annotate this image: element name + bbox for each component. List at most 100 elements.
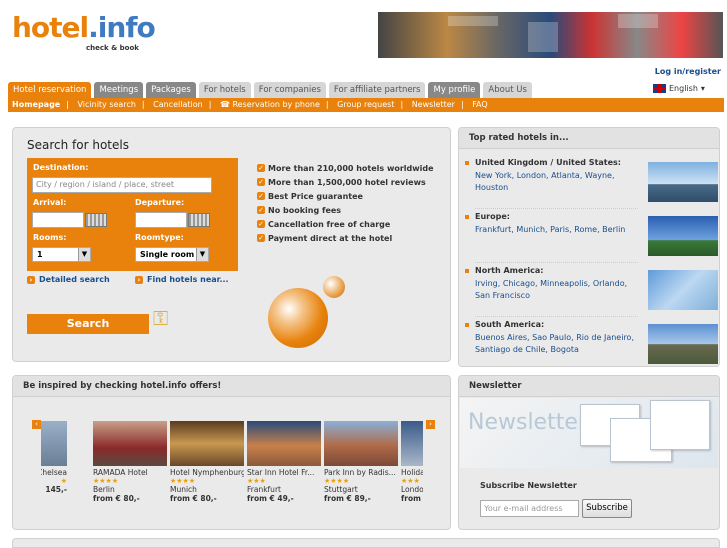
tab-affiliate-partners[interactable]: For affiliate partners xyxy=(328,82,426,98)
eiffel-tower-image[interactable] xyxy=(648,216,718,256)
region-cities[interactable]: Irving, Chicago, Minneapolis, Orlando, S… xyxy=(475,278,640,302)
star-rating: ★★★★ xyxy=(170,477,196,485)
feature-text: Best Price guarantee xyxy=(268,191,363,201)
hotel-image[interactable] xyxy=(247,421,321,466)
carousel-left-arrow-icon[interactable]: ‹ xyxy=(32,420,41,429)
carousel-right-arrow-icon[interactable]: › xyxy=(426,420,435,429)
hotel-card[interactable]: a Chelsea ★ 145,- xyxy=(41,421,67,494)
hotel-name[interactable]: RAMADA Hotel xyxy=(93,468,167,477)
tab-for-companies[interactable]: For companies xyxy=(253,82,326,98)
tab-for-hotels[interactable]: For hotels xyxy=(198,82,251,98)
destination-label: Destination: xyxy=(33,163,89,172)
search-form: Destination: City / region / island / pl… xyxy=(27,158,238,271)
newsletter-image: Newsletter xyxy=(460,398,718,468)
search-button[interactable]: Search xyxy=(27,314,149,334)
region-title[interactable]: United Kingdom / United States: xyxy=(475,158,621,167)
key-icon: ⚿ xyxy=(153,306,169,330)
hotel-price: from € 80,- xyxy=(170,494,217,503)
feature-item: ✓ Cancellation free of charge xyxy=(257,217,434,231)
subnav-homepage[interactable]: Homepage xyxy=(12,100,60,109)
find-near-label: Find hotels near... xyxy=(147,275,229,284)
hotel-image[interactable] xyxy=(324,421,398,466)
region-cities[interactable]: Frankfurt, Munich, Paris, Rome, Berlin xyxy=(475,224,640,236)
tab-meetings[interactable]: Meetings xyxy=(94,82,144,98)
statue-of-liberty-image[interactable] xyxy=(648,270,718,310)
feature-item: ✓ Payment direct at the hotel xyxy=(257,231,434,245)
subnav-faq[interactable]: FAQ xyxy=(472,100,488,109)
subscribe-button[interactable]: Subscribe xyxy=(582,499,632,518)
hotel-image[interactable] xyxy=(401,421,423,466)
check-icon: ✓ xyxy=(257,164,265,172)
departure-calendar-icon[interactable] xyxy=(188,213,210,227)
globe-image xyxy=(268,288,328,348)
hotel-price: from € 80,- xyxy=(93,494,140,503)
hotel-card[interactable]: Hotel Nymphenburg ★★★★ Munich from € 80,… xyxy=(170,421,244,503)
subnav-cancellation[interactable]: Cancellation xyxy=(153,100,203,109)
easter-island-image[interactable] xyxy=(648,324,718,364)
rooms-select[interactable]: 1 ▼ xyxy=(32,247,91,262)
detailed-search-label: Detailed search xyxy=(39,275,110,284)
newsletter-email-input[interactable]: Your e-mail address xyxy=(480,500,579,517)
departure-input[interactable] xyxy=(135,212,187,228)
hotel-card[interactable]: Star Inn Hotel Fr... ★★★ Frankfurt from … xyxy=(247,421,321,503)
hotel-price: 145,- xyxy=(45,485,67,494)
subnav-group-request[interactable]: Group request xyxy=(337,100,394,109)
star-rating: ★★★ xyxy=(247,477,266,485)
logo-text-info: .info xyxy=(88,11,156,44)
arrow-icon: › xyxy=(27,275,35,284)
region-title[interactable]: North America: xyxy=(475,266,543,275)
subnav-reservation-phone[interactable]: ☎ Reservation by phone xyxy=(220,100,320,109)
hotel-card[interactable]: RAMADA Hotel ★★★★ Berlin from € 80,- xyxy=(93,421,167,503)
hotel-city: Stuttgart xyxy=(324,485,358,494)
feature-list: ✓ More than 210,000 hotels worldwide ✓ Mor… xyxy=(257,161,434,245)
feature-item: ✓ More than 210,000 hotels worldwide xyxy=(257,161,434,175)
hotel-city: Munich xyxy=(170,485,197,494)
check-icon: ✓ xyxy=(257,220,265,228)
chevron-down-icon: ▼ xyxy=(196,248,208,261)
roomtype-select[interactable]: Single room ▼ xyxy=(135,247,209,262)
destination-input[interactable]: City / region / island / place, street xyxy=(32,177,212,193)
uk-flag-icon xyxy=(653,84,666,93)
roomtype-value: Single room xyxy=(140,250,195,259)
hotel-image[interactable] xyxy=(93,421,167,466)
arrow-icon: › xyxy=(135,275,143,284)
language-selector[interactable]: English ▾ xyxy=(653,84,705,93)
detailed-search-link[interactable]: › Detailed search xyxy=(27,275,110,284)
hotel-card[interactable]: Park Inn by Radis... ★★★★ Stuttgart from… xyxy=(324,421,398,503)
hotel-name[interactable]: Park Inn by Radis... xyxy=(324,468,398,477)
tab-my-profile[interactable]: My profile xyxy=(428,82,481,98)
arrival-calendar-icon[interactable] xyxy=(85,213,107,227)
tower-bridge-image[interactable] xyxy=(648,162,718,202)
logo[interactable]: hotel.info check & book xyxy=(12,11,156,58)
hotel-image[interactable] xyxy=(170,421,244,466)
feature-text: Payment direct at the hotel xyxy=(268,233,393,243)
hotel-image[interactable] xyxy=(41,421,67,466)
tab-hotel-reservation[interactable]: Hotel reservation xyxy=(8,82,92,98)
tab-packages[interactable]: Packages xyxy=(146,82,196,98)
login-register-link[interactable]: Log in/register xyxy=(655,67,721,76)
arrival-input[interactable] xyxy=(32,212,84,228)
offers-carousel: a Chelsea ★ 145,- RAMADA Hotel ★★★★ Berl… xyxy=(41,376,423,526)
feature-text: Cancellation free of charge xyxy=(268,219,391,229)
hotel-name[interactable]: a Chelsea xyxy=(41,468,67,477)
bottom-panel-edge xyxy=(12,538,720,548)
feature-item: ✓ Best Price guarantee xyxy=(257,189,434,203)
subscribe-title: Subscribe Newsletter xyxy=(480,481,577,490)
newsletter-panel: Newsletter Newsletter Subscribe Newslett… xyxy=(458,375,720,530)
hotel-card[interactable]: Holiday ★★★ London from € xyxy=(401,421,423,503)
hotel-name[interactable]: Star Inn Hotel Fr... xyxy=(247,468,321,477)
subnav-newsletter[interactable]: Newsletter xyxy=(412,100,455,109)
region-cities[interactable]: Buenos Aires, Sao Paulo, Rio de Janeiro,… xyxy=(475,332,640,356)
subnav-vicinity-search[interactable]: Vicinity search xyxy=(77,100,135,109)
region-title[interactable]: South America: xyxy=(475,320,544,329)
region-cities[interactable]: New York, London, Atlanta, Wayne, Housto… xyxy=(475,170,640,194)
search-panel: Search for hotels Destination: City / re… xyxy=(12,127,451,362)
find-hotels-near-link[interactable]: › Find hotels near... xyxy=(135,275,229,284)
tab-about-us[interactable]: About Us xyxy=(483,82,532,98)
hotel-city: London xyxy=(401,485,423,494)
offers-panel: Be inspired by checking hotel.info offer… xyxy=(12,375,451,530)
banner-ad-image[interactable] xyxy=(378,12,723,58)
region-title[interactable]: Europe: xyxy=(475,212,510,221)
hotel-name[interactable]: Holiday xyxy=(401,468,423,477)
hotel-name[interactable]: Hotel Nymphenburg xyxy=(170,468,244,477)
